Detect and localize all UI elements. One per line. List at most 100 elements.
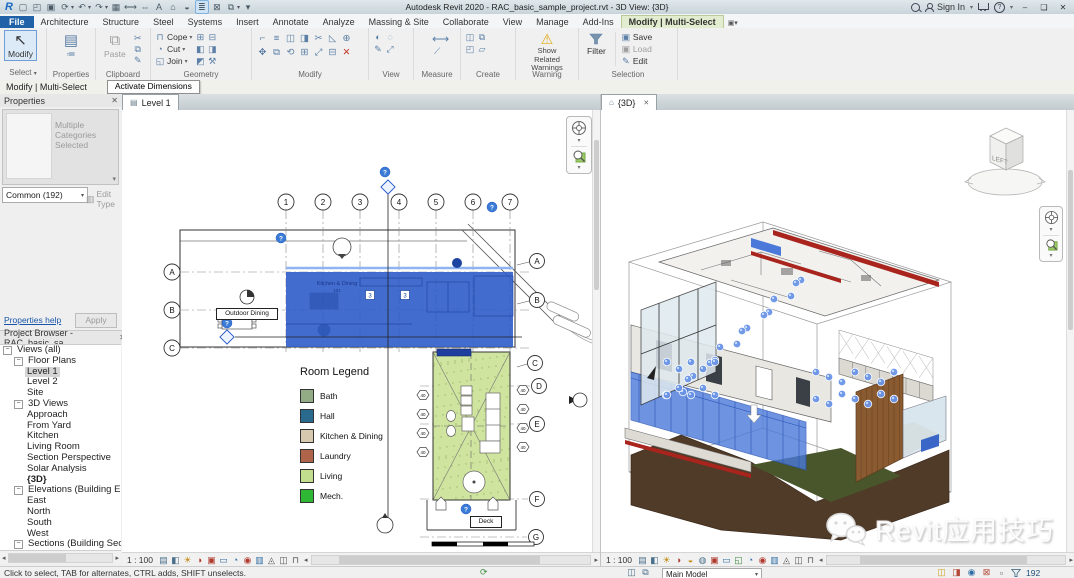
undo-icon[interactable]: ↶ <box>76 1 88 13</box>
visual-style-icon[interactable]: ◧ <box>170 555 181 566</box>
properties-filter-dropdown[interactable]: Common (192)▾ <box>2 187 88 203</box>
override-graphics-icon[interactable]: ◐ <box>373 32 383 42</box>
show-analytical-model-icon[interactable]: ◬ <box>266 555 277 566</box>
temporary-view-properties-ic[interactable]: ▥ <box>254 555 265 566</box>
shadows-icon[interactable]: ◑ <box>673 555 684 566</box>
offset-icon[interactable]: ≡ <box>270 32 283 45</box>
delete-icon[interactable]: ✕ <box>340 46 353 59</box>
ribbon-tab-analyze[interactable]: Analyze <box>316 16 362 28</box>
crop-view-icon[interactable]: ▣ <box>709 555 720 566</box>
copy-to-clipboard-icon[interactable]: ⧉ <box>133 44 143 55</box>
restore-button[interactable]: ❏ <box>1037 3 1051 12</box>
browser-item-from-yard[interactable]: From Yard <box>0 421 121 432</box>
ribbon-tab-annotate[interactable]: Annotate <box>266 16 316 28</box>
activate-dimensions-button[interactable]: Activate Dimensions <box>107 80 200 94</box>
temporary-view-properties-ic[interactable]: ▥ <box>769 555 780 566</box>
browser-item-level-1[interactable]: Level 1 <box>0 367 121 378</box>
properties-palette-button[interactable]: ▤ ≔ <box>60 30 82 62</box>
contextual-tab-options-icon[interactable]: ▣▾ <box>724 19 742 28</box>
temporary-hide-isolate-icon[interactable]: ◔ <box>230 555 241 566</box>
default-3d-view-icon[interactable]: ⌂ <box>167 1 179 13</box>
join-button[interactable]: ◱Join▾ <box>155 55 192 67</box>
ribbon-tab-systems[interactable]: Systems <box>181 16 230 28</box>
switch-windows-icon-dropdown[interactable]: ▾ <box>237 4 240 11</box>
shadows-icon[interactable]: ◑ <box>194 555 205 566</box>
paste-button[interactable]: ⧉ Paste <box>100 30 130 61</box>
save-icon[interactable]: ▣ <box>45 1 57 13</box>
exclude-options-icon[interactable]: ⊠ <box>981 567 992 578</box>
zoom-icon[interactable] <box>572 149 586 163</box>
type-selector[interactable]: Multiple Categories Selected ▾ <box>2 109 119 185</box>
remove-coping-icon[interactable]: ⊟ <box>207 32 217 43</box>
show-analytical-model-icon[interactable]: ◬ <box>781 555 792 566</box>
help-dropdown-icon[interactable]: ▾ <box>1010 4 1013 11</box>
open-file-icon[interactable]: ◰ <box>31 1 43 13</box>
linework-icon[interactable]: ✎ <box>373 44 383 55</box>
properties-header[interactable]: Properties✕ <box>0 94 122 107</box>
expander-icon[interactable]: − <box>14 540 23 549</box>
measure-icon[interactable]: ⟷ <box>124 1 137 13</box>
detail-level-icon[interactable]: ▤ <box>158 555 169 566</box>
view-scale[interactable]: 1 : 100 <box>606 555 632 565</box>
ribbon-tab-steel[interactable]: Steel <box>146 16 181 28</box>
switch-windows-icon[interactable]: ⧉ <box>225 1 237 13</box>
close-button[interactable]: ✕ <box>1056 3 1070 12</box>
section-icon[interactable]: ◒ <box>181 1 193 13</box>
undo-icon-dropdown[interactable]: ▾ <box>88 4 91 11</box>
browser-item-level-2[interactable]: Level 2 <box>0 377 121 388</box>
plan-drawing-area[interactable]: 1234567ABCABCDEFG <box>122 110 592 552</box>
create-parts-icon[interactable]: ▱ <box>477 44 487 55</box>
modify-tool-button[interactable]: ↖ Modify <box>4 30 37 61</box>
rotate-icon[interactable]: ⟲ <box>284 46 297 59</box>
expander-icon[interactable]: − <box>14 357 23 366</box>
edit-type-button[interactable]: ▥ Edit Type <box>86 189 122 209</box>
cut-to-clipboard-icon[interactable]: ✂ <box>133 33 143 44</box>
steering-wheel-icon[interactable] <box>571 120 587 136</box>
redo-icon-dropdown[interactable]: ▾ <box>105 4 108 11</box>
load-selection-button[interactable]: ▣Load <box>621 43 652 55</box>
align-icon[interactable]: ⌐ <box>256 32 269 45</box>
reveal-hidden-elements-icon[interactable]: ◉ <box>242 555 253 566</box>
close-tab-icon[interactable]: ✕ <box>643 99 649 107</box>
displace-elements-icon[interactable]: ⤢ <box>385 44 395 55</box>
wall-joins-icon[interactable]: ◧ <box>195 44 205 55</box>
sign-in-link[interactable]: Sign In <box>937 2 965 12</box>
measure-between-icon[interactable]: ⟷ <box>432 32 442 46</box>
highlight-displacement-icon[interactable]: ◫ <box>278 555 289 566</box>
rendering-dialog-icon[interactable]: ◍ <box>697 555 708 566</box>
close-inactive-windows-icon[interactable]: ⊠ <box>211 1 223 13</box>
browser-item-approach[interactable]: Approach <box>0 410 121 421</box>
chevron-down-icon[interactable]: ▾ <box>1049 252 1052 259</box>
editing-requests-icon[interactable]: ◫ <box>936 567 947 578</box>
view-scale[interactable]: 1 : 100 <box>127 555 153 565</box>
expander-icon[interactable]: − <box>14 400 23 409</box>
highlight-displacement-icon[interactable]: ◫ <box>793 555 804 566</box>
revit-logo[interactable]: R <box>3 1 15 13</box>
create-similar-icon[interactable]: ⧉ <box>477 32 487 43</box>
3d-vertical-scrollbar[interactable] <box>1066 110 1074 552</box>
crop-view-icon[interactable]: ▣ <box>206 555 217 566</box>
minimize-button[interactable]: – <box>1018 3 1032 12</box>
press-drag-icon[interactable]: ▫ <box>996 567 1007 578</box>
ribbon-tab-file[interactable]: File <box>0 16 34 28</box>
scroll-right-icon[interactable]: ▸ <box>113 554 121 562</box>
browser-item-floor-plans[interactable]: −Floor Plans <box>0 356 121 367</box>
demolish-icon[interactable]: ⚒ <box>207 56 217 67</box>
scroll-left-icon[interactable]: ◂ <box>302 556 310 564</box>
store-cart-icon[interactable] <box>978 3 989 10</box>
pin-icon[interactable]: ⊕ <box>340 32 353 45</box>
trim-icon[interactable]: ◺ <box>326 32 339 45</box>
ribbon-tab-collaborate[interactable]: Collaborate <box>436 16 496 28</box>
new-file-icon[interactable]: ▢ <box>17 1 29 13</box>
plan-horizontal-scrollbar[interactable] <box>311 555 592 565</box>
aligned-dimension-icon[interactable]: ⇔ <box>139 1 151 13</box>
show-crop-region-icon[interactable]: ▭ <box>218 555 229 566</box>
browser-item-north[interactable]: North <box>0 507 121 518</box>
cut-button[interactable]: ◔Cut▾ <box>155 43 192 55</box>
unpin-icon[interactable]: ⊟ <box>326 46 339 59</box>
match-type-icon[interactable]: ✎ <box>133 55 143 66</box>
redo-icon[interactable]: ↷ <box>93 1 105 13</box>
array-icon[interactable]: ⊞ <box>298 46 311 59</box>
plan-navigation-bar[interactable]: ▾ ▾ <box>566 116 592 174</box>
browser-item-sections-building-sectior[interactable]: −Sections (Building Sectior <box>0 539 121 550</box>
